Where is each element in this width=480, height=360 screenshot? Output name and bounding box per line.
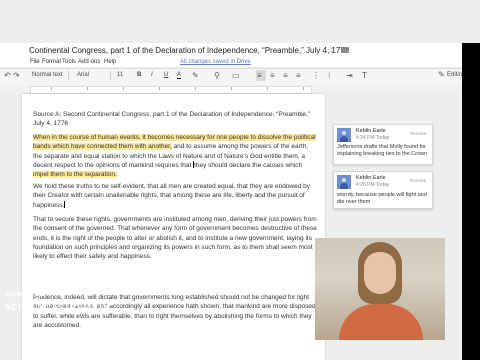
toolbar-divider	[68, 71, 69, 80]
screen-frame: Continental Congress, part 1 of the Decl…	[0, 0, 480, 360]
avatar-head	[342, 178, 346, 182]
ruler-tick	[123, 87, 124, 90]
toolbar	[0, 68, 480, 86]
comment-text: worrdy, because people will fight and di…	[337, 192, 427, 205]
toolbar-divider	[110, 71, 111, 80]
comment-author: Keblin Earle	[356, 175, 386, 181]
document-title[interactable]: Continental Congress, part 1 of the Decl…	[29, 46, 349, 55]
save-status-link[interactable]: All changes saved in Drive	[180, 59, 251, 65]
ruler[interactable]	[30, 86, 312, 94]
paragraph-3[interactable]: That to secure these rights, governments…	[33, 215, 318, 261]
bold-button[interactable]: B	[137, 72, 141, 78]
align-center-icon[interactable]: ≡	[270, 71, 275, 80]
link-icon[interactable]: ⚲	[214, 71, 220, 80]
ruler-tick	[195, 87, 196, 90]
comment-text: Jeffersons drafts that Molly found for e…	[337, 144, 428, 157]
numbered-list-icon[interactable]: ⋮	[312, 71, 320, 80]
ruler-tick	[159, 87, 160, 90]
avatar-body	[340, 183, 348, 189]
ruler-tick	[303, 87, 304, 90]
font-select[interactable]: Arial	[77, 72, 89, 78]
align-justify-icon[interactable]: ≡	[296, 71, 301, 80]
avatar-icon	[337, 175, 351, 189]
paragraph-2[interactable]: We hold these truths to be self-evident,…	[33, 182, 318, 210]
clear-format-icon[interactable]: T	[362, 71, 367, 80]
ruler-tick	[51, 87, 52, 90]
ruler-tick	[267, 87, 268, 90]
comment-author: Keblin Earle	[356, 128, 386, 134]
comment-time: 4:24 PM Today	[356, 135, 390, 141]
paragraph-style-select[interactable]: Normal text	[32, 72, 63, 78]
redo-icon[interactable]: ↷	[13, 71, 20, 80]
pencil-icon[interactable]: ✎	[438, 70, 445, 79]
paragraph-1[interactable]: When in the course of human events, it b…	[33, 133, 318, 179]
comment-time: 4:26 PM Today	[356, 182, 390, 188]
resolve-button[interactable]: Resolve	[410, 178, 426, 183]
webcam-person-face	[364, 252, 396, 294]
comment-card[interactable]: Keblin Earle 4:24 PM Today Resolve Jeffe…	[333, 124, 433, 165]
paragraph-text: We hold these truths to be self-evident,…	[33, 183, 311, 209]
highlighted-text[interactable]: impel them to the separation.	[33, 171, 117, 179]
menu-help[interactable]: Help	[104, 59, 116, 65]
webcam-person-shirt	[339, 304, 423, 340]
align-right-icon[interactable]: ≡	[283, 71, 288, 80]
font-size-select[interactable]: 11	[117, 72, 123, 78]
comment-icon[interactable]: ▭	[232, 71, 240, 80]
avatar-body	[340, 136, 348, 142]
avatar-head	[342, 131, 346, 135]
italic-button[interactable]: I	[151, 72, 153, 78]
comment-card[interactable]: Keblin Earle 4:26 PM Today Resolve worrd…	[333, 171, 433, 209]
watermark-recorded-with: RECORDED WITH	[5, 292, 48, 298]
menu-file[interactable]: File	[30, 59, 40, 65]
underline-button[interactable]: U	[164, 72, 168, 78]
menu-format[interactable]: Format	[42, 59, 61, 65]
star-icon[interactable]: ☆	[327, 45, 335, 56]
paragraph-text: they should declare the causes which	[194, 161, 303, 169]
indent-icon[interactable]: ⇥	[346, 71, 353, 80]
watermark-brand: SCREENCAST-O-MATIC	[5, 302, 113, 312]
text-color-button[interactable]: A	[177, 72, 182, 79]
letterbox-bar	[462, 43, 480, 360]
folder-icon[interactable]	[341, 47, 349, 53]
ruler-tick	[231, 87, 232, 90]
menu-add-ons[interactable]: Add-ons	[78, 59, 100, 65]
undo-icon[interactable]: ↶	[4, 71, 11, 80]
bulleted-list-icon[interactable]: ⁝	[328, 71, 331, 80]
menu-tools[interactable]: Tools	[62, 59, 76, 65]
webcam-overlay	[315, 238, 445, 340]
ruler-tick	[87, 87, 88, 90]
source-line[interactable]: Source A: Second Continental Congress, p…	[33, 110, 318, 129]
resolve-button[interactable]: Resolve	[410, 131, 426, 136]
text-cursor	[64, 200, 66, 208]
highlight-icon[interactable]: ✎	[192, 71, 199, 80]
align-left-icon[interactable]: ≡	[257, 71, 262, 80]
avatar-icon	[337, 128, 351, 142]
